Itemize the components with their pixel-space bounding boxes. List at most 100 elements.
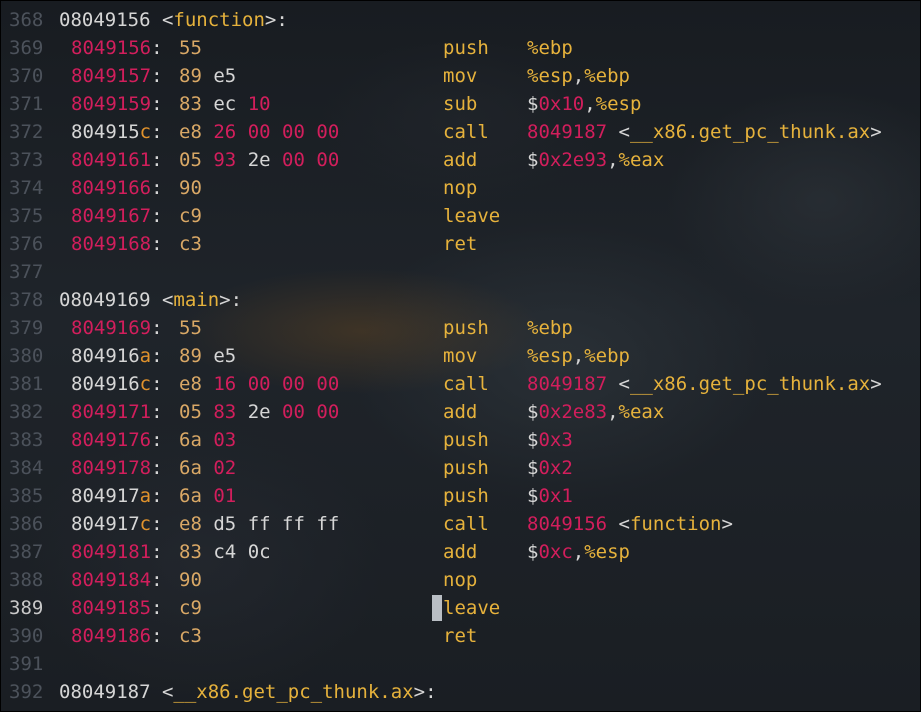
operand-text [607, 121, 618, 143]
instruction-line: 380 804916a: 89 e5 mov %esp,%ebp [1, 342, 920, 370]
mnemonic: add [443, 146, 477, 174]
function-header-line: 378 08049169 <main>: [1, 286, 920, 314]
mnemonic: mov [443, 62, 477, 90]
mnemonic: nop [443, 174, 477, 202]
function-address: 08049169 [59, 289, 151, 311]
mnemonic-text: ret [443, 233, 478, 255]
address-last-digit: a [139, 345, 152, 367]
address-colon: : [151, 233, 163, 255]
mnemonic: push [443, 314, 489, 342]
operands: $0xc,%esp [527, 538, 630, 566]
operand-register: %ebp [584, 65, 630, 87]
opcode-bytes: 89 e5 [179, 62, 236, 90]
operand-target-address: 8049187 [527, 121, 608, 143]
instruction-line: 369 8049156: 55 push %ebp [1, 34, 920, 62]
opcode-byte: 16 [213, 373, 237, 395]
opcode-bytes: 05 83 2e 00 00 [179, 398, 339, 426]
opcode-byte: ff [282, 513, 305, 535]
address-text: 8049161 [71, 149, 152, 171]
address-colon: : [151, 373, 163, 395]
operand-dollar: $ [527, 429, 539, 451]
opcode-bytes: 55 [179, 314, 202, 342]
operands: $0x2e93,%eax [527, 146, 664, 174]
instruction-address: 8049171: [71, 398, 163, 426]
mnemonic-text: push [443, 485, 489, 507]
line-number: 371 [9, 93, 44, 115]
address-colon: : [151, 541, 163, 563]
instruction-address: 804916a: [71, 342, 163, 370]
address-colon: : [151, 569, 163, 591]
operand-register: %ebp [527, 37, 573, 59]
operand-dollar: $ [527, 401, 539, 423]
instruction-address: 8049166: [71, 174, 163, 202]
opcode-bytes: 6a 01 [179, 482, 236, 510]
operands: %esp,%ebp [527, 342, 630, 370]
operand-dollar: $ [527, 149, 539, 171]
operand-register: %ebp [584, 345, 630, 367]
blank-line: 377 [1, 258, 920, 286]
line-number: 373 [9, 149, 44, 171]
angle-open: < [150, 9, 174, 31]
opcode-byte: e5 [213, 345, 237, 367]
address-last-digit: c [139, 513, 152, 535]
mnemonic-text: push [443, 429, 489, 451]
function-header-line: 368 08049156 <function>: [1, 6, 920, 34]
line-number: 368 [9, 9, 44, 31]
opcode-byte: 0c [247, 541, 271, 563]
instruction-address: 804917a: [71, 482, 163, 510]
opcode-byte: 00 [282, 401, 305, 423]
angle-close: >: [219, 289, 243, 311]
instruction-line: 376 8049168: c3 ret [1, 230, 920, 258]
operands: %ebp [527, 314, 573, 342]
line-number: 376 [9, 233, 44, 255]
line-number: 389 [9, 597, 44, 619]
address-text: 8049168 [71, 233, 152, 255]
line-number: 370 [9, 65, 44, 87]
operand-immediate: 0x2e83 [538, 401, 608, 423]
operand-target-name: __x86.get_pc_thunk.ax [629, 121, 871, 143]
address-colon: : [151, 401, 163, 423]
function-address: 08049187 [59, 681, 151, 703]
opcode-byte: 2e [247, 149, 271, 171]
address-colon: : [151, 457, 163, 479]
instruction-address: 8049157: [71, 62, 163, 90]
line-number: 382 [9, 401, 44, 423]
mnemonic: add [443, 538, 477, 566]
operand-target-address: 8049156 [527, 513, 608, 535]
function-name: __x86.get_pc_thunk.ax [173, 681, 414, 703]
operands: %ebp [527, 34, 573, 62]
instruction-address: 8049161: [71, 146, 163, 174]
opcode-byte: c4 [213, 541, 237, 563]
opcode-bytes: e8 26 00 00 00 [179, 118, 339, 146]
opcode-byte: e8 [179, 373, 202, 395]
opcode-byte: c9 [179, 597, 202, 619]
line-number: 372 [9, 121, 44, 143]
line-number: 384 [9, 457, 44, 479]
address-text: 8049176 [71, 429, 152, 451]
function-label: 08049187 <__x86.get_pc_thunk.ax>: [59, 678, 437, 706]
mnemonic-text: ret [443, 625, 478, 647]
operand-dollar: $ [527, 93, 539, 115]
opcode-byte: 90 [179, 177, 202, 199]
address-text: 8049159 [71, 93, 152, 115]
operand-register: %esp [527, 345, 573, 367]
instruction-address: 8049185: [71, 594, 163, 622]
instruction-line: 385 804917a: 6a 01 push $0x1 [1, 482, 920, 510]
address-last-digit: a [139, 485, 152, 507]
address-prefix: 804916 [71, 373, 140, 395]
opcode-byte: 6a [179, 485, 202, 507]
line-number: 385 [9, 485, 44, 507]
operand-immediate: 0x10 [538, 93, 585, 115]
line-number: 377 [9, 261, 44, 283]
mnemonic-text: leave [443, 205, 501, 227]
operand-comma: , [584, 93, 596, 115]
operand-comma: , [572, 345, 585, 367]
angle-close: >: [413, 681, 437, 703]
opcode-byte: 00 [282, 149, 305, 171]
instruction-address: 804917c: [71, 510, 163, 538]
mnemonic: push [443, 482, 489, 510]
opcode-byte: c3 [179, 625, 202, 647]
opcode-byte: 6a [179, 457, 202, 479]
opcode-byte: 00 [282, 373, 305, 395]
opcode-byte: 00 [316, 373, 340, 395]
